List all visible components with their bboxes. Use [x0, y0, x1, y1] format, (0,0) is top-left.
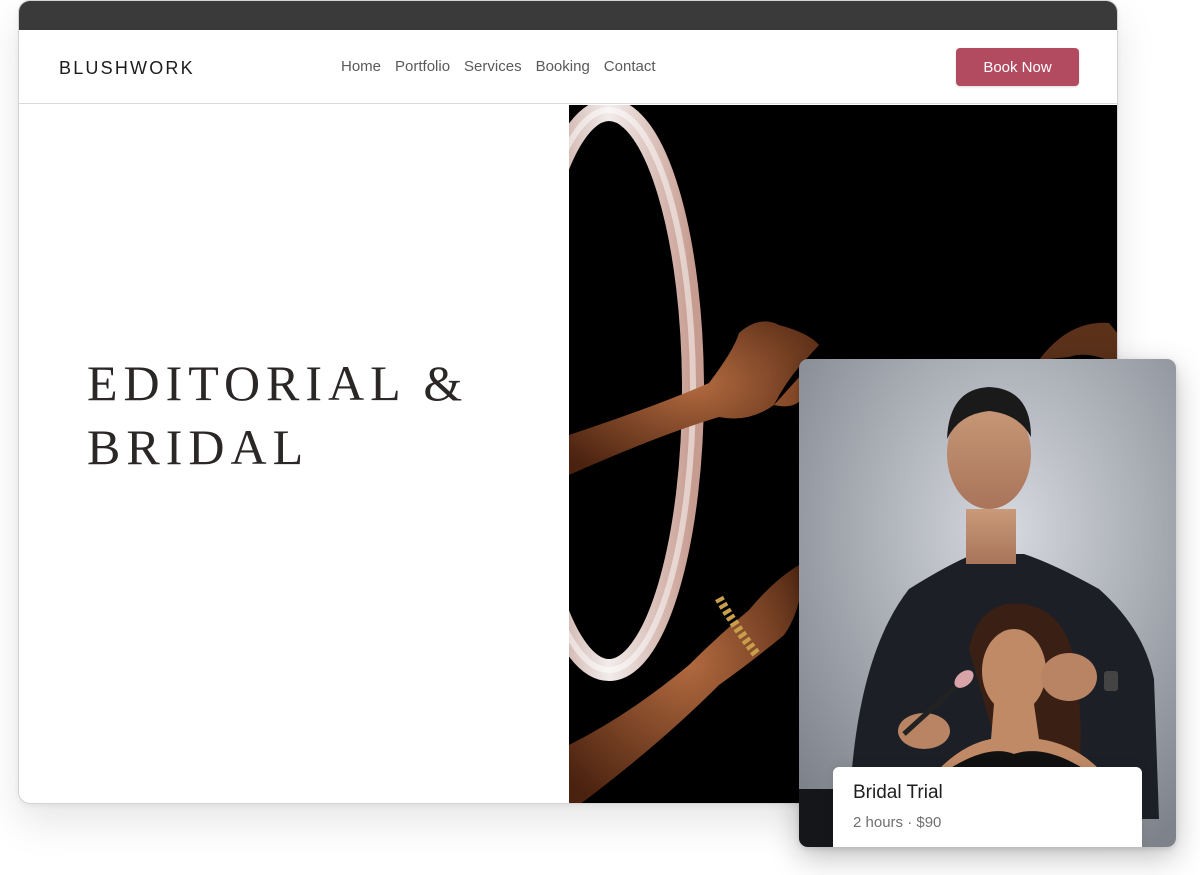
nav-link-portfolio[interactable]: Portfolio [395, 58, 450, 75]
site-header: BLUSHWORK Home Portfolio Services Bookin… [19, 30, 1117, 104]
nav-link-services[interactable]: Services [464, 58, 522, 75]
hero-title-line-1: EDITORIAL & [87, 355, 469, 411]
service-duration-price: 2 hours · $90 [853, 814, 942, 831]
nav-link-booking[interactable]: Booking [536, 58, 590, 75]
nav-link-contact[interactable]: Contact [604, 58, 656, 75]
book-now-button[interactable]: Book Now [956, 48, 1079, 86]
brand-logo[interactable]: BLUSHWORK [59, 58, 195, 79]
nav-link-home[interactable]: Home [341, 58, 381, 75]
hero-title: EDITORIAL & BRIDAL [87, 351, 468, 479]
service-title: Bridal Trial [853, 782, 943, 803]
main-nav: Home Portfolio Services Booking Contact [341, 58, 656, 75]
hero-title-line-2: BRIDAL [87, 419, 310, 475]
service-card-caption: Bridal Trial 2 hours · $90 [833, 767, 1142, 847]
browser-titlebar [19, 1, 1117, 30]
service-card[interactable]: Bridal Trial 2 hours · $90 [799, 359, 1176, 847]
